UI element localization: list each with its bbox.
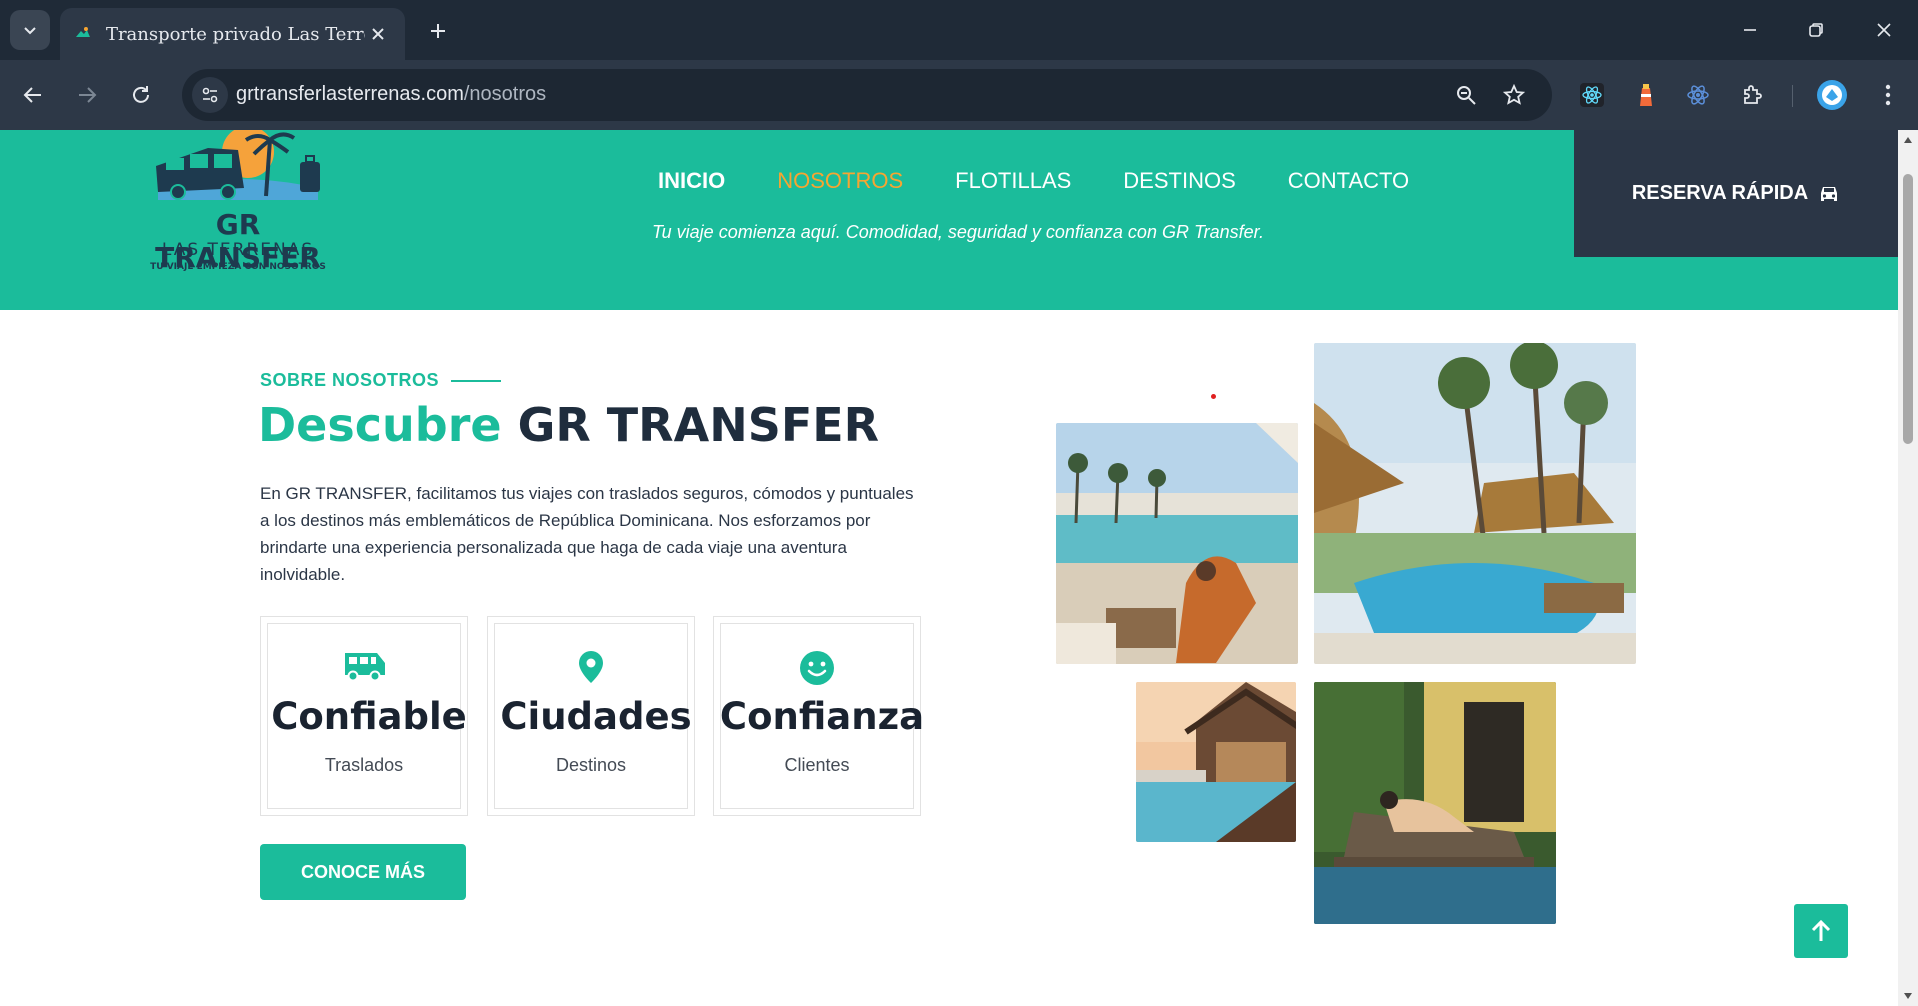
eyebrow-line [451,379,502,382]
quick-booking-label: RESERVA RÁPIDA [1631,182,1809,204]
page-scrollbar[interactable] [1898,130,1918,1006]
headline-accent: Descubre [258,398,502,452]
decorative-dot [1211,394,1216,399]
nav-inicio[interactable]: INICIO [658,168,725,194]
restore-icon [1809,23,1823,37]
scroll-down-icon[interactable] [1902,990,1914,1002]
photo-tropical-resort [1314,343,1636,664]
site-header: GR TRANSFER LAS TERRENAS TU VIAJE EMPIEZ… [0,130,1898,310]
logo-van-palm-icon [156,130,320,200]
quick-booking-button[interactable]: RESERVA RÁPIDA [1574,130,1898,257]
stat-label: Destinos [555,755,627,775]
address-bar[interactable]: grtransferlasterrenas.com/nosotros [182,69,1552,121]
stat-card-destinos: Ciudades Destinos [487,616,695,816]
extension-lighthouse-button[interactable] [1628,77,1664,113]
stat-card-clientes: Confianza Clientes [713,616,924,816]
extension-react-dev-button[interactable] [1680,77,1716,113]
site-info-button[interactable] [192,77,228,113]
site-logo[interactable]: GR TRANSFER LAS TERRENAS TU VIAJE EMPIEZ… [138,130,338,280]
car-icon [1821,186,1838,201]
new-tab-button[interactable] [418,14,458,48]
intro-paragraph: En GR TRANSFER, facilitamos tus viajes c… [260,484,914,584]
arrow-up-icon [1811,919,1831,941]
browser-tab-strip: Transporte privado Las Terrenas [0,0,1918,60]
headline-main: GR TRANSFER [517,398,880,452]
main-navigation: INICIO NOSOTROS FLOTILLAS DESTINOS CONTA… [658,168,1409,194]
avatar-icon [1817,80,1847,110]
minimize-icon [1744,29,1756,31]
nav-nosotros[interactable]: NOSOTROS [777,168,903,194]
bookmark-button[interactable] [1498,79,1530,111]
nav-destinos[interactable]: DESTINOS [1123,168,1235,194]
logo-subtitle: LAS TERRENAS [161,240,315,260]
back-button[interactable] [12,74,54,116]
stat-card-traslados: Confiable Traslados [260,616,468,816]
browser-toolbar: grtransferlasterrenas.com/nosotros [0,60,1918,130]
bus-icon [345,653,385,682]
logo-tagline: TU VIAJE EMPIEZA CON NOSOTROS [150,262,326,272]
map-pin-icon [579,651,603,683]
scroll-up-icon[interactable] [1902,134,1914,146]
arrow-left-icon [23,87,41,103]
star-icon [1503,84,1525,105]
minimize-window-button[interactable] [1722,8,1778,52]
forward-button[interactable] [66,74,108,116]
stat-label: Traslados [324,755,404,775]
lighthouse-icon [1640,84,1652,106]
stat-icon-wrap [261,649,467,683]
photo-woman-sunbed [1314,682,1556,924]
more-vertical-icon [1885,84,1891,106]
atom-icon [1687,85,1709,105]
conoce-mas-button[interactable]: CONOCE MÁS [260,844,466,900]
tab-search-button[interactable] [10,10,50,50]
plus-icon [431,24,445,38]
site-favicon-icon [75,27,90,37]
tab-title: Transporte privado Las Terrenas [105,23,365,45]
section-eyebrow: SOBRE NOSOTROS [260,370,502,391]
photo-beach-club-pool [1056,423,1298,664]
conoce-mas-label: CONOCE MÁS [300,861,425,882]
section-headline: Descubre GR TRANSFER [258,398,879,452]
scroll-to-top-button[interactable] [1794,904,1848,958]
close-tab-icon[interactable] [365,21,391,47]
profile-avatar-button[interactable] [1814,77,1850,113]
stat-icon-wrap [714,649,920,687]
url-text: grtransferlasterrenas.com/nosotros [236,83,546,106]
browser-tab-active[interactable]: Transporte privado Las Terrenas [60,8,405,60]
scroll-thumb[interactable] [1903,174,1913,444]
arrow-right-icon [79,87,97,103]
stat-label: Clientes [784,755,850,775]
nav-contacto[interactable]: CONTACTO [1288,168,1409,194]
photo-villa-deck-pool [1136,682,1296,842]
close-icon [1877,23,1891,37]
eyebrow-label: SOBRE NOSOTROS [260,370,440,390]
stat-icon-wrap [488,649,694,685]
nav-flotillas[interactable]: FLOTILLAS [955,168,1071,194]
chevron-down-icon [24,27,36,35]
extensions-menu-button[interactable] [1734,77,1770,113]
smile-icon [800,651,834,685]
puzzle-icon [1744,85,1762,104]
restore-window-button[interactable] [1788,8,1844,52]
browser-menu-button[interactable] [1870,77,1906,113]
reload-icon [133,86,149,103]
tune-icon [202,87,218,103]
close-window-button[interactable] [1856,8,1912,52]
reload-button[interactable] [120,74,162,116]
zoom-button[interactable] [1450,79,1482,111]
url-path: /nosotros [463,83,547,105]
header-tagline: Tu viaje comienza aquí. Comodidad, segur… [652,222,1264,242]
zoom-icon [1457,86,1476,105]
stat-title: Confianza [719,695,925,738]
extension-react-button[interactable] [1574,77,1610,113]
toolbar-divider [1792,85,1793,107]
url-domain: grtransferlasterrenas.com [236,83,464,105]
page-viewport: GR TRANSFER LAS TERRENAS TU VIAJE EMPIEZ… [0,130,1898,1006]
react-icon [1580,83,1604,107]
